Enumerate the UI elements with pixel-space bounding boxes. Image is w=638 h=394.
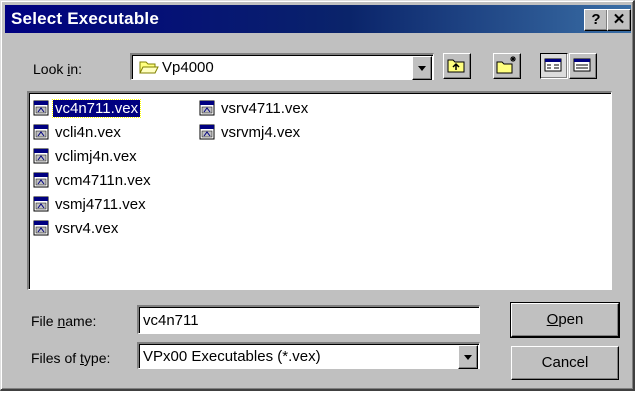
file-type-label-suffix: ype: (83, 350, 111, 366)
list-view-icon (544, 58, 562, 72)
file-name-text: vcli4n.vex (55, 123, 121, 141)
cancel-button-label: Cancel (541, 354, 589, 371)
file-list-item[interactable]: vcli4n.vex (33, 120, 153, 144)
file-list-item[interactable]: vsrv4.vex (33, 216, 153, 240)
open-button-label: pen (558, 311, 584, 328)
list-view-button[interactable] (540, 53, 568, 79)
title-bar[interactable]: Select Executable ? ✕ (5, 5, 631, 33)
executable-file-icon (33, 220, 49, 236)
close-button[interactable]: ✕ (607, 9, 631, 31)
file-name-label-suffix: ame: (65, 313, 97, 329)
file-type-dropdown[interactable]: VPx00 Executables (*.vex) (137, 342, 480, 369)
up-one-level-icon (447, 59, 465, 73)
look-in-label: Look in: (33, 61, 82, 77)
file-type-label: Files of type: (31, 350, 110, 366)
look-in-label-prefix: Look (33, 61, 68, 77)
open-button-accel: O (546, 311, 559, 328)
file-list[interactable]: vc4n711.vex vcli4n.vex vclimj4n.vex vcm4711… (27, 91, 612, 290)
file-name-text: vsrv4.vex (55, 219, 119, 237)
look-in-dropdown[interactable]: Vp4000 (130, 53, 434, 80)
dialog-title: Select Executable (11, 9, 159, 28)
look-in-label-suffix: n: (70, 61, 83, 77)
up-one-level-button[interactable] (443, 53, 471, 79)
file-name-label: File name: (31, 313, 96, 329)
details-view-button[interactable] (569, 53, 597, 79)
file-list-column-2: vsrv4711.vex vsrvmj4.vex (199, 96, 310, 144)
help-button[interactable]: ? (584, 9, 608, 31)
file-list-item[interactable]: vsmj4711.vex (33, 192, 153, 216)
cancel-button[interactable]: Cancel (511, 346, 619, 380)
look-in-value: Vp4000 (162, 59, 214, 76)
select-executable-dialog: Select Executable ? ✕ Look in: Vp4000 vc… (0, 0, 635, 391)
file-list-item[interactable]: vsrv4711.vex (199, 96, 310, 120)
file-type-dropdown-arrow[interactable] (458, 345, 478, 369)
executable-file-icon (33, 124, 49, 140)
file-list-item[interactable]: vc4n711.vex (33, 96, 153, 120)
executable-file-icon (199, 100, 215, 116)
file-list-item[interactable]: vcm4711n.vex (33, 168, 153, 192)
file-type-value: VPx00 Executables (*.vex) (143, 348, 321, 365)
file-name-text: vcm4711n.vex (55, 171, 151, 189)
file-name-text: vsmj4711.vex (55, 195, 146, 213)
file-name-text: vc4n711.vex (51, 98, 142, 118)
open-button[interactable]: Open (510, 302, 620, 338)
new-folder-icon (496, 56, 516, 74)
file-name-text: vsrv4711.vex (221, 99, 309, 117)
file-list-column-1: vc4n711.vex vcli4n.vex vclimj4n.vex vcm4711… (33, 96, 153, 240)
executable-file-icon (33, 100, 49, 116)
executable-file-icon (33, 172, 49, 188)
open-folder-icon (139, 61, 159, 74)
file-list-item[interactable]: vsrvmj4.vex (199, 120, 310, 144)
executable-file-icon (33, 196, 49, 212)
executable-file-icon (33, 148, 49, 164)
file-name-input[interactable]: vc4n711 (137, 305, 480, 334)
executable-file-icon (199, 124, 215, 140)
file-type-label-prefix: Files of (31, 350, 81, 366)
create-new-folder-button[interactable] (493, 53, 521, 79)
help-icon: ? (591, 11, 601, 28)
close-icon: ✕ (612, 11, 626, 28)
file-list-item[interactable]: vclimj4n.vex (33, 144, 153, 168)
look-in-dropdown-arrow[interactable] (412, 56, 432, 80)
file-name-text: vsrvmj4.vex (221, 123, 301, 141)
file-name-value: vc4n711 (143, 312, 199, 329)
file-name-label-prefix: File (31, 313, 58, 329)
details-view-icon (573, 58, 591, 72)
file-name-text: vclimj4n.vex (55, 147, 137, 165)
